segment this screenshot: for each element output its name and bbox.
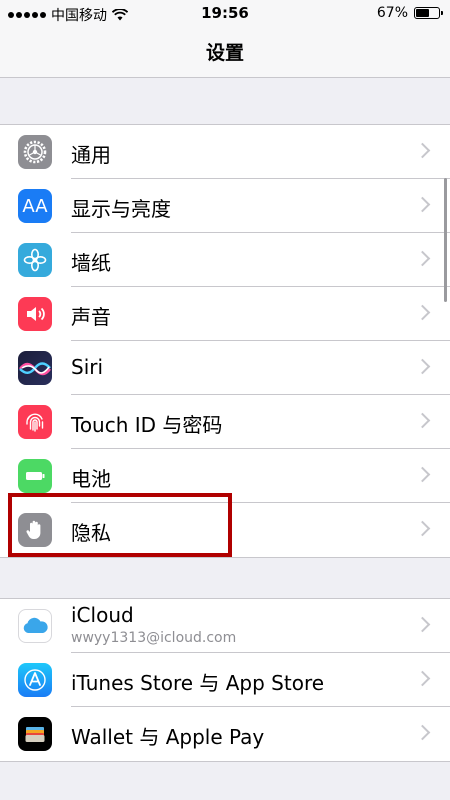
aa-icon: AA — [18, 189, 52, 223]
status-bar: 中国移动 19:56 67% — [0, 0, 450, 26]
navigation-bar: 设置 — [0, 26, 450, 78]
settings-row-itunes-app-store[interactable]: iTunes Store 与 App Store — [0, 653, 450, 707]
settings-row-wallpaper[interactable]: 墙纸 — [0, 233, 450, 287]
chevron-right-icon — [414, 670, 431, 687]
chevron-right-icon — [414, 520, 431, 537]
chevron-right-icon — [414, 304, 431, 321]
chevron-right-icon — [414, 358, 431, 375]
settings-row-siri[interactable]: Siri — [0, 341, 450, 395]
appstore-icon — [18, 663, 52, 697]
scroll-indicator[interactable] — [444, 178, 447, 302]
battery-icon — [414, 7, 443, 19]
cloud-icon — [18, 609, 52, 643]
flower-icon — [18, 243, 52, 277]
siri-icon — [18, 351, 52, 385]
account-email: wwyy1313@icloud.com — [71, 630, 237, 646]
fingerprint-icon — [18, 405, 52, 439]
chevron-right-icon — [414, 724, 431, 741]
wallet-icon — [18, 717, 52, 751]
settings-row-display[interactable]: AA 显示与亮度 — [0, 179, 450, 233]
settings-row-label: 墙纸 — [71, 251, 111, 275]
settings-row-label: Siri — [71, 355, 104, 379]
privacy-highlight-box — [8, 493, 232, 557]
speaker-icon — [18, 297, 52, 331]
settings-row-label: iTunes Store 与 App Store — [71, 671, 325, 695]
settings-row-wallet[interactable]: Wallet 与 Apple Pay — [0, 707, 450, 761]
chevron-right-icon — [414, 466, 431, 483]
settings-row-touch-id[interactable]: Touch ID 与密码 — [0, 395, 450, 449]
settings-row-label: 电池 — [71, 467, 111, 491]
settings-row-sound[interactable]: 声音 — [0, 287, 450, 341]
settings-row-label: 显示与亮度 — [71, 197, 171, 221]
settings-group-accounts: iCloud wwyy1313@icloud.com iTunes Store … — [0, 598, 450, 762]
chevron-right-icon — [414, 412, 431, 429]
battery-status: 67% — [376, 5, 443, 21]
battery-icon — [18, 459, 52, 493]
page-title: 设置 — [205, 42, 244, 64]
chevron-right-icon — [414, 142, 431, 159]
settings-row-label: Wallet 与 Apple Pay — [71, 725, 265, 749]
settings-row-label: Touch ID 与密码 — [71, 413, 223, 437]
settings-row-label: 声音 — [71, 305, 111, 329]
settings-row-general[interactable]: 通用 — [0, 125, 450, 179]
gear-icon — [18, 135, 52, 169]
settings-row-label: 通用 — [71, 143, 111, 167]
battery-percent: 67% — [376, 5, 408, 21]
settings-row-icloud[interactable]: iCloud wwyy1313@icloud.com — [0, 599, 450, 653]
chevron-right-icon — [414, 196, 431, 213]
chevron-right-icon — [414, 250, 431, 267]
settings-row-label: iCloud — [71, 603, 134, 627]
chevron-right-icon — [414, 616, 431, 633]
